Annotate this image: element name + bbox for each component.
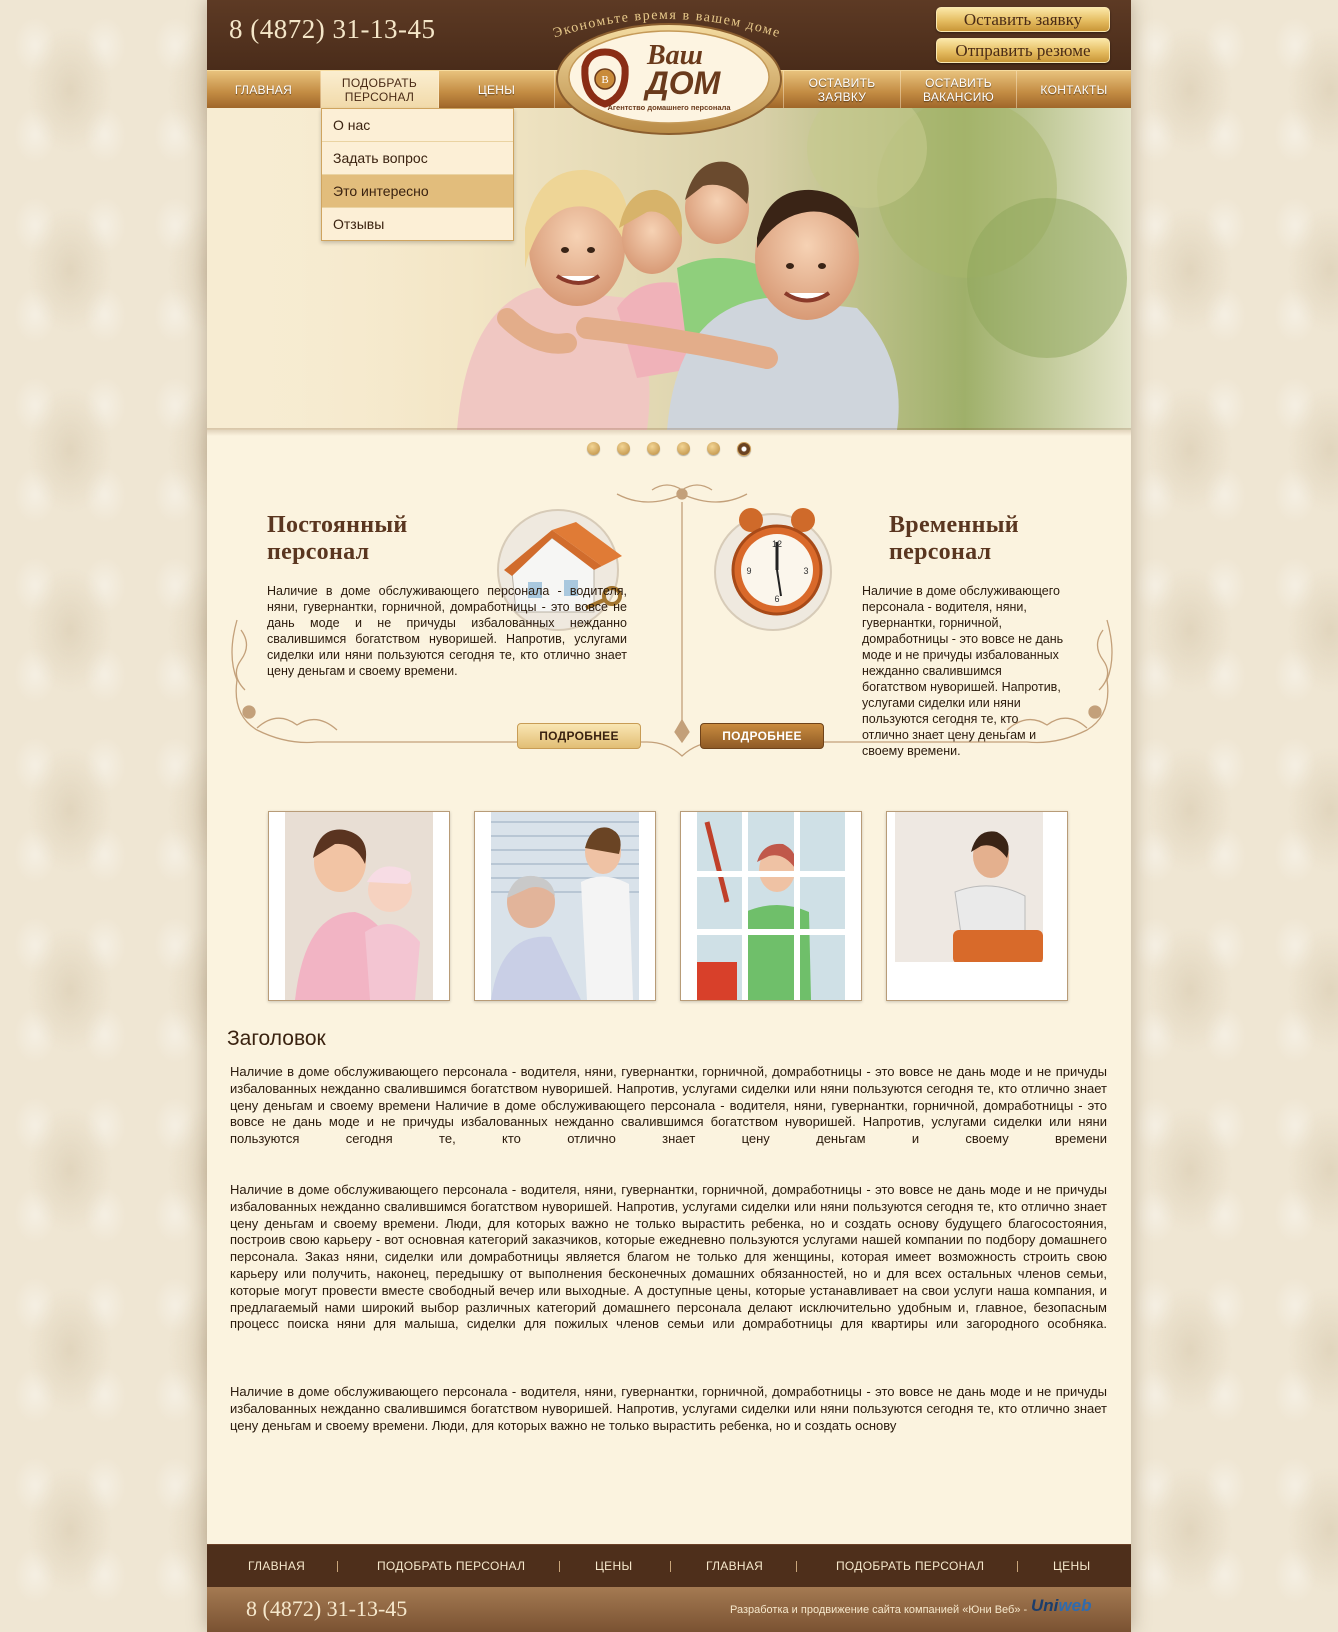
nav-item-request[interactable]: ОСТАВИТЬ ЗАЯВКУ	[783, 71, 901, 109]
nav-item-prices[interactable]: ЦЕНЫ	[439, 71, 555, 109]
footer-nav: ГЛАВНАЯ ПОДОБРАТЬ ПЕРСОНАЛ ЦЕНЫ ГЛАВНАЯ …	[207, 1544, 1131, 1588]
footer-separator	[559, 1561, 560, 1572]
slider-dot[interactable]	[617, 442, 630, 455]
logo[interactable]: В Ваш ДОМ Агентство домашнего персонала	[555, 22, 783, 136]
temporary-title-line1: Временный	[889, 512, 1019, 538]
nav-item-vacancy[interactable]: ОСТАВИТЬ ВАКАНСИЮ	[901, 71, 1017, 109]
clock-12: 12	[772, 539, 782, 549]
content-paragraph-3: Наличие в доме обслуживающего персонала …	[230, 1384, 1107, 1433]
permanent-text: Наличие в доме обслуживающего персонала …	[267, 584, 627, 678]
slider-dot[interactable]	[647, 442, 660, 455]
permanent-more-button[interactable]: ПОДРОБНЕЕ	[517, 723, 641, 749]
footer-nav-staff-2[interactable]: ПОДОБРАТЬ ПЕРСОНАЛ	[836, 1545, 984, 1588]
uniweb-logo[interactable]: Uniweb	[1031, 1596, 1091, 1616]
slider-dots	[587, 442, 751, 456]
dropdown-item-about[interactable]: О нас	[322, 109, 513, 142]
footer-bottom: 8 (4872) 31-13-45 Разработка и продвижен…	[207, 1587, 1131, 1632]
footer-separator	[670, 1561, 671, 1572]
uniweb-logo-a: Uni	[1031, 1596, 1059, 1615]
footer-separator	[796, 1561, 797, 1572]
footer-nav-prices[interactable]: ЦЕНЫ	[595, 1545, 632, 1588]
photo-nurse[interactable]	[474, 811, 656, 1001]
footer-phone: 8 (4872) 31-13-45	[246, 1596, 408, 1621]
nav-item-home[interactable]: ГЛАВНАЯ	[207, 71, 321, 109]
permanent-title-line2: персонал	[267, 539, 370, 565]
nav-item-staff[interactable]: ПОДОБРАТЬ ПЕРСОНАЛ	[321, 71, 439, 109]
header-phone: 8 (4872) 31-13-45	[229, 14, 436, 44]
permanent-title: Постоянный персонал	[267, 512, 408, 566]
slider-dot-active[interactable]	[737, 442, 751, 456]
footer-nav-staff[interactable]: ПОДОБРАТЬ ПЕРСОНАЛ	[377, 1545, 525, 1588]
slider-dot[interactable]	[587, 442, 600, 455]
temporary-more-button[interactable]: ПОДРОБНЕЕ	[700, 723, 824, 749]
footer-nav-home-2[interactable]: ГЛАВНАЯ	[706, 1545, 763, 1588]
footer-nav-home[interactable]: ГЛАВНАЯ	[248, 1545, 305, 1588]
content-paragraph-2: Наличие в доме обслуживающего персонала …	[230, 1182, 1107, 1332]
permanent-title-line1: Постоянный	[267, 512, 408, 538]
hero-shadow	[207, 428, 1131, 436]
leave-request-button[interactable]: Оставить заявку	[936, 7, 1110, 32]
nanny-image	[285, 812, 433, 1000]
developer-credit: Разработка и продвижение сайта компанией…	[730, 1604, 1028, 1616]
nurse-image	[491, 812, 639, 1000]
clock-9: 9	[746, 566, 751, 576]
uniweb-logo-b: web	[1058, 1596, 1092, 1615]
content-paragraph-1: Наличие в доме обслуживающего персонала …	[230, 1064, 1107, 1147]
footer-separator	[337, 1561, 338, 1572]
maid-image	[895, 812, 1043, 1000]
logo-line2: ДОМ	[643, 65, 722, 101]
photo-housekeeper[interactable]	[680, 811, 862, 1001]
photo-maid[interactable]	[886, 811, 1068, 1001]
logo-monogram: В	[601, 74, 608, 86]
page: 8 (4872) 31-13-45 Оставить заявку Отправ…	[207, 0, 1131, 1632]
clock-3: 3	[803, 566, 808, 576]
staff-dropdown: О нас Задать вопрос Это интересно Отзывы	[321, 108, 514, 241]
dropdown-item-interesting[interactable]: Это интересно	[322, 175, 513, 208]
nav-item-contacts[interactable]: КОНТАКТЫ	[1017, 71, 1131, 109]
temporary-title-line2: персонал	[889, 539, 992, 565]
slider-dot[interactable]	[707, 442, 720, 455]
photo-nanny[interactable]	[268, 811, 450, 1001]
content-heading: Заголовок	[227, 1027, 326, 1050]
housekeeper-image	[697, 812, 845, 1000]
send-resume-button[interactable]: Отправить резюме	[936, 38, 1110, 63]
footer-nav-prices-2[interactable]: ЦЕНЫ	[1053, 1545, 1090, 1588]
temporary-title: Временный персонал	[889, 512, 1019, 566]
slider-dot[interactable]	[677, 442, 690, 455]
footer-separator	[1017, 1561, 1018, 1572]
logo-subtitle: Агентство домашнего персонала	[607, 103, 731, 112]
dropdown-item-reviews[interactable]: Отзывы	[322, 208, 513, 240]
dropdown-item-question[interactable]: Задать вопрос	[322, 142, 513, 175]
